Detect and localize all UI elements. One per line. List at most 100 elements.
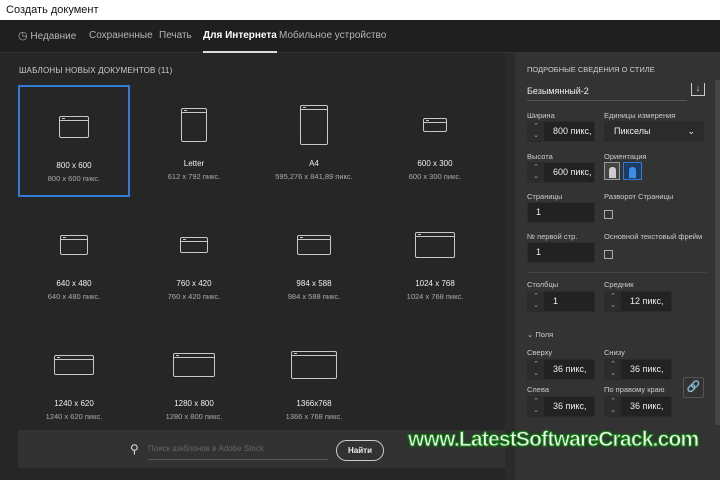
- stepper-arrows-icon[interactable]: ⌃ ⌄: [605, 292, 621, 311]
- template-size: 800 x 600 пикс.: [47, 174, 101, 183]
- columns-value: 1: [553, 296, 559, 306]
- portrait-orientation-button[interactable]: [604, 162, 620, 180]
- document-icon: [173, 353, 215, 377]
- tab-saved[interactable]: Сохраненные: [89, 20, 153, 53]
- template-size: 1280 x 800 пикс.: [165, 412, 223, 421]
- tab-print[interactable]: Печать: [159, 20, 192, 53]
- save-preset-icon[interactable]: ↓: [691, 83, 705, 96]
- template-size: 1024 x 768 пикс.: [406, 292, 464, 301]
- template-card[interactable]: 1240 x 620 1240 x 620 пикс.: [18, 325, 130, 437]
- link-margins-icon[interactable]: 🔗: [683, 377, 704, 398]
- orientation-label: Ориентация: [604, 152, 647, 161]
- bottom-margin-stepper[interactable]: ⌃ ⌄ 36 пикс,: [604, 359, 672, 380]
- template-card[interactable]: 640 x 480 640 x 480 пикс.: [18, 205, 130, 317]
- units-label: Единицы измерения: [604, 111, 676, 120]
- template-name: 1280 x 800: [174, 399, 214, 408]
- divider: [527, 272, 707, 273]
- document-icon: [180, 237, 208, 253]
- margins-toggle[interactable]: ⌄ Поля: [527, 330, 553, 339]
- top-margin-value: 36 пикс,: [553, 364, 587, 374]
- tab-recent[interactable]: ◷ Недавние: [18, 20, 76, 53]
- template-size: 595,276 x 841,89 пикс.: [275, 172, 353, 181]
- columns-stepper[interactable]: ⌃ ⌄ 1: [527, 291, 595, 312]
- portrait-icon: [608, 167, 616, 178]
- top-margin-label: Сверху: [527, 348, 553, 357]
- document-name-input[interactable]: Безымянный-2: [527, 81, 687, 101]
- document-icon: [300, 105, 328, 145]
- template-name: Letter: [183, 159, 205, 168]
- left-margin-stepper[interactable]: ⌃ ⌄ 36 пикс,: [527, 396, 595, 417]
- height-stepper[interactable]: ⌃ ⌄ 600 пикс,: [527, 162, 595, 183]
- search-icon[interactable]: ⚲: [130, 442, 142, 456]
- watermark: www.LatestSoftwareCrack.com: [407, 428, 699, 452]
- gutter-value: 12 пикс,: [630, 296, 664, 306]
- units-select[interactable]: Пикселы ⌄: [604, 121, 704, 142]
- start-page-input[interactable]: 1: [527, 242, 595, 263]
- gutter-stepper[interactable]: ⌃ ⌄ 12 пикс,: [604, 291, 672, 312]
- stepper-arrows-icon[interactable]: ⌃ ⌄: [528, 292, 544, 311]
- pages-input[interactable]: 1: [527, 202, 595, 223]
- stepper-arrows-icon[interactable]: ⌃ ⌄: [528, 163, 544, 182]
- template-size: 640 x 480 пикс.: [47, 292, 101, 301]
- template-card[interactable]: Letter 612 x 792 пикс.: [138, 85, 250, 197]
- template-card[interactable]: 1280 x 800 1280 x 800 пикс.: [138, 325, 250, 437]
- start-page-label: № первой стр.: [527, 232, 578, 241]
- templates-scrollbar[interactable]: [505, 53, 515, 480]
- chevron-down-icon: ⌄: [687, 126, 695, 136]
- search-button[interactable]: Найти: [336, 440, 384, 461]
- stepper-arrows-icon[interactable]: ⌃ ⌄: [528, 122, 544, 141]
- template-card[interactable]: 1024 x 768 1024 x 768 пикс.: [379, 205, 491, 317]
- template-name: 800 x 600: [56, 161, 92, 170]
- template-name: 600 x 300: [417, 159, 453, 168]
- template-size: 1240 x 620 пикс.: [45, 412, 103, 421]
- stepper-arrows-icon[interactable]: ⌃ ⌄: [528, 397, 544, 416]
- bottom-margin-label: Снизу: [604, 348, 625, 357]
- template-card[interactable]: A4 595,276 x 841,89 пикс.: [258, 85, 370, 197]
- template-size: 1366 x 768 пикс.: [285, 412, 343, 421]
- template-size: 600 x 300 пикс.: [408, 172, 462, 181]
- stepper-arrows-icon[interactable]: ⌃ ⌄: [605, 360, 621, 379]
- template-card[interactable]: 1366x768 1366 x 768 пикс.: [258, 325, 370, 437]
- left-margin-value: 36 пикс,: [553, 401, 587, 411]
- template-name: A4: [309, 159, 319, 168]
- template-card[interactable]: 760 x 420 760 x 420 пикс.: [138, 205, 250, 317]
- stepper-arrows-icon[interactable]: ⌃ ⌄: [605, 397, 621, 416]
- landscape-orientation-button[interactable]: [623, 162, 642, 180]
- document-icon: [297, 235, 331, 255]
- template-name: 984 x 588: [296, 279, 332, 288]
- units-value: Пикселы: [614, 126, 651, 136]
- facing-pages-checkbox[interactable]: [604, 210, 613, 219]
- tab-mobile[interactable]: Мобильное устройство: [279, 20, 386, 53]
- templates-panel: ШАБЛОНЫ НОВЫХ ДОКУМЕНТОВ (11) 800 x 600 8…: [0, 53, 505, 480]
- tab-web[interactable]: Для Интернета: [203, 20, 277, 53]
- document-icon: [54, 355, 94, 375]
- gutter-label: Средник: [604, 280, 634, 289]
- tab-label: Недавние: [30, 31, 77, 42]
- height-value: 600 пикс,: [553, 167, 592, 177]
- template-card[interactable]: 800 x 600 800 x 600 пикс.: [18, 85, 130, 197]
- template-name: 640 x 480: [56, 279, 92, 288]
- left-margin-label: Слева: [527, 385, 550, 394]
- chevron-down-icon: ⌄: [527, 330, 534, 339]
- right-margin-stepper[interactable]: ⌃ ⌄ 36 пикс,: [604, 396, 672, 417]
- facing-pages-label: Разворот Страницы: [604, 192, 674, 201]
- primary-text-frame-checkbox[interactable]: [604, 250, 613, 259]
- template-size: 612 x 792 пикс.: [167, 172, 221, 181]
- right-margin-label: По правому краю: [604, 385, 665, 394]
- template-name: 1366x768: [296, 399, 332, 408]
- margins-label: Поля: [535, 330, 554, 339]
- template-card[interactable]: 984 x 588 984 x 588 пикс.: [258, 205, 370, 317]
- details-heading: ПОДРОБНЫЕ СВЕДЕНИЯ О СТИЛЕ: [527, 65, 655, 74]
- template-name: 1024 x 768: [415, 279, 455, 288]
- document-icon: [291, 351, 337, 379]
- details-scrollbar[interactable]: [715, 80, 720, 425]
- document-icon: [59, 116, 89, 138]
- width-stepper[interactable]: ⌃ ⌄ 800 пикс,: [527, 121, 595, 142]
- style-details-panel: ПОДРОБНЫЕ СВЕДЕНИЯ О СТИЛЕ Безымянный-2 …: [515, 53, 720, 480]
- template-card[interactable]: 600 x 300 600 x 300 пикс.: [379, 85, 491, 197]
- clock-icon: ◷: [18, 30, 28, 42]
- top-margin-stepper[interactable]: ⌃ ⌄ 36 пикс,: [527, 359, 595, 380]
- stock-search-input[interactable]: [148, 438, 328, 460]
- stepper-arrows-icon[interactable]: ⌃ ⌄: [528, 360, 544, 379]
- height-label: Высота: [527, 152, 553, 161]
